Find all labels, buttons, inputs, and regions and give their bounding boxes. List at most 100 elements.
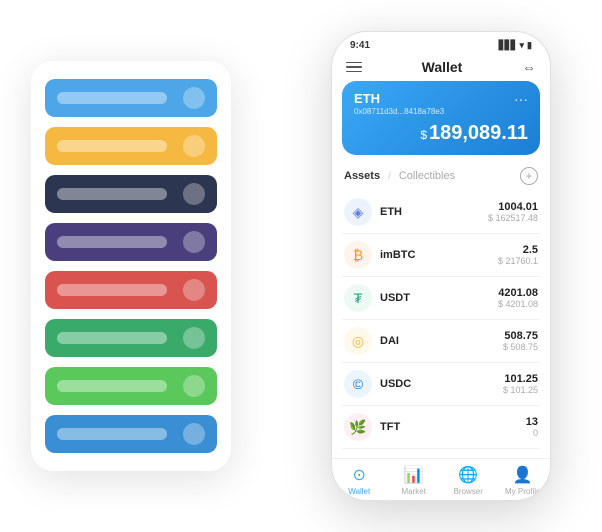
eth-card-value: 189,089.11 bbox=[429, 122, 528, 144]
asset-amounts: 130 bbox=[526, 416, 538, 438]
asset-amount-main: 13 bbox=[526, 416, 538, 428]
card-row-label bbox=[57, 188, 167, 200]
phone-header: Wallet ⇔ bbox=[332, 55, 550, 81]
asset-amount-main: 2.5 bbox=[498, 244, 538, 256]
page-title: Wallet bbox=[422, 59, 463, 75]
phone-mockup: 9:41 ▋▋▋ ▾ ▮ Wallet ⇔ ETH 0x08711d3d...8… bbox=[331, 31, 551, 501]
asset-symbol: ETH bbox=[380, 206, 488, 218]
asset-amounts: 4201.08$ 4201.08 bbox=[498, 287, 538, 309]
asset-icon-imbtc: ₿ bbox=[344, 241, 372, 269]
card-icon-circle bbox=[183, 375, 205, 397]
eth-card-address: 0x08711d3d...8418a78e3 bbox=[354, 107, 444, 116]
assets-header: Assets / Collectibles + bbox=[332, 163, 550, 191]
card-row-label bbox=[57, 236, 167, 248]
asset-amount-main: 508.75 bbox=[503, 330, 538, 342]
asset-amount-main: 101.25 bbox=[503, 373, 538, 385]
scene: 9:41 ▋▋▋ ▾ ▮ Wallet ⇔ ETH 0x08711d3d...8… bbox=[21, 21, 581, 511]
eth-card-dollar: $ bbox=[420, 128, 427, 142]
tab-separator: / bbox=[388, 171, 391, 182]
card-row bbox=[45, 367, 217, 405]
signal-icon: ▋▋▋ bbox=[499, 40, 517, 51]
asset-amount-main: 4201.08 bbox=[498, 287, 538, 299]
asset-row[interactable]: ₮ USDT4201.08$ 4201.08 bbox=[342, 277, 540, 320]
asset-symbol: USDT bbox=[380, 292, 498, 304]
card-row bbox=[45, 271, 217, 309]
nav-my profile-icon: 👤 bbox=[513, 465, 533, 485]
asset-icon-tft: 🌿 bbox=[344, 413, 372, 441]
asset-amount-usd: $ 101.25 bbox=[503, 385, 538, 395]
left-card-panel bbox=[31, 61, 231, 471]
card-icon-circle bbox=[183, 183, 205, 205]
card-row-label bbox=[57, 140, 167, 152]
battery-icon: ▮ bbox=[527, 40, 532, 51]
status-time: 9:41 bbox=[350, 40, 370, 51]
card-icon-circle bbox=[183, 423, 205, 445]
nav-browser-icon: 🌐 bbox=[458, 465, 478, 485]
tab-collectibles[interactable]: Collectibles bbox=[399, 170, 455, 182]
add-asset-button[interactable]: + bbox=[520, 167, 538, 185]
nav-item-browser[interactable]: 🌐 Browser bbox=[441, 465, 496, 496]
card-row bbox=[45, 175, 217, 213]
asset-amounts: 101.25$ 101.25 bbox=[503, 373, 538, 395]
card-icon-circle bbox=[183, 279, 205, 301]
asset-icon-eth: ◈ bbox=[344, 198, 372, 226]
nav-wallet-label: Wallet bbox=[348, 487, 370, 496]
asset-icon-usdc: © bbox=[344, 370, 372, 398]
status-bar: 9:41 ▋▋▋ ▾ ▮ bbox=[332, 32, 550, 55]
card-row-label bbox=[57, 428, 167, 440]
asset-symbol: TFT bbox=[380, 421, 526, 433]
card-row-label bbox=[57, 332, 167, 344]
asset-list: ◈ ETH1004.01$ 162517.48 ₿ imBTC2.5$ 21760.1… bbox=[332, 191, 550, 458]
eth-card-header: ETH 0x08711d3d...8418a78e3 ··· bbox=[354, 91, 528, 116]
eth-card-more-icon[interactable]: ··· bbox=[514, 91, 528, 107]
eth-card-amount: $189,089.11 bbox=[354, 122, 528, 145]
asset-row[interactable]: © USDC101.25$ 101.25 bbox=[342, 363, 540, 406]
asset-amounts: 508.75$ 508.75 bbox=[503, 330, 538, 352]
asset-symbol: DAI bbox=[380, 335, 503, 347]
expand-icon[interactable]: ⇔ bbox=[522, 59, 536, 75]
asset-amount-usd: $ 4201.08 bbox=[498, 299, 538, 309]
menu-icon[interactable] bbox=[346, 62, 362, 73]
card-row bbox=[45, 79, 217, 117]
eth-card-symbol: ETH bbox=[354, 91, 444, 106]
nav-wallet-icon: ⊙ bbox=[353, 465, 366, 485]
asset-row[interactable]: ◎ DAI508.75$ 508.75 bbox=[342, 320, 540, 363]
asset-row[interactable]: 🌿 TFT130 bbox=[342, 406, 540, 449]
asset-amount-usd: $ 21760.1 bbox=[498, 256, 538, 266]
asset-row[interactable]: ◈ ETH1004.01$ 162517.48 bbox=[342, 191, 540, 234]
asset-amount-main: 1004.01 bbox=[488, 201, 538, 213]
asset-amount-usd: $ 162517.48 bbox=[488, 213, 538, 223]
eth-card[interactable]: ETH 0x08711d3d...8418a78e3 ··· $189,089.… bbox=[342, 81, 540, 155]
card-row bbox=[45, 223, 217, 261]
card-row bbox=[45, 415, 217, 453]
card-row-label bbox=[57, 380, 167, 392]
card-icon-circle bbox=[183, 135, 205, 157]
card-row bbox=[45, 127, 217, 165]
nav-item-wallet[interactable]: ⊙ Wallet bbox=[332, 465, 387, 496]
asset-amount-usd: 0 bbox=[526, 428, 538, 438]
nav-browser-label: Browser bbox=[454, 487, 483, 496]
wifi-icon: ▾ bbox=[520, 40, 525, 51]
card-icon-circle bbox=[183, 327, 205, 349]
tab-assets[interactable]: Assets bbox=[344, 170, 380, 182]
asset-row[interactable]: ₿ imBTC2.5$ 21760.1 bbox=[342, 234, 540, 277]
asset-amounts: 1004.01$ 162517.48 bbox=[488, 201, 538, 223]
card-row-label bbox=[57, 284, 167, 296]
asset-icon-dai: ◎ bbox=[344, 327, 372, 355]
bottom-nav: ⊙ Wallet 📊 Market 🌐 Browser 👤 My Profile bbox=[332, 458, 550, 500]
asset-symbol: USDC bbox=[380, 378, 503, 390]
card-icon-circle bbox=[183, 231, 205, 253]
card-icon-circle bbox=[183, 87, 205, 109]
status-icons: ▋▋▋ ▾ ▮ bbox=[499, 40, 532, 51]
asset-symbol: imBTC bbox=[380, 249, 498, 261]
nav-item-my-profile[interactable]: 👤 My Profile bbox=[496, 465, 551, 496]
nav-my profile-label: My Profile bbox=[505, 487, 541, 496]
card-row-label bbox=[57, 92, 167, 104]
asset-amounts: 2.5$ 21760.1 bbox=[498, 244, 538, 266]
card-row bbox=[45, 319, 217, 357]
asset-icon-usdt: ₮ bbox=[344, 284, 372, 312]
nav-market-icon: 📊 bbox=[404, 465, 424, 485]
nav-market-label: Market bbox=[402, 487, 426, 496]
nav-item-market[interactable]: 📊 Market bbox=[387, 465, 442, 496]
asset-amount-usd: $ 508.75 bbox=[503, 342, 538, 352]
